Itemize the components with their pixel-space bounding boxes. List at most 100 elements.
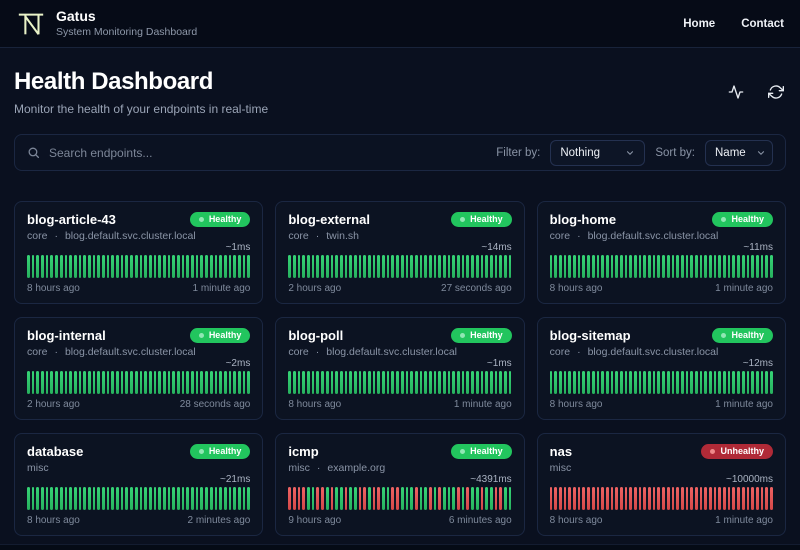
- health-bar: [400, 255, 404, 278]
- refresh-icon: [768, 85, 784, 99]
- health-bar: [116, 255, 119, 278]
- health-bar: [200, 255, 204, 278]
- health-bar: [615, 371, 618, 394]
- health-bar: [59, 255, 63, 278]
- health-bar: [447, 255, 451, 278]
- health-bar: [316, 371, 320, 394]
- health-bar: [200, 487, 204, 510]
- refresh-button[interactable]: [766, 82, 786, 102]
- health-bar: [139, 487, 143, 510]
- health-bar: [130, 371, 133, 394]
- health-bar: [50, 487, 54, 510]
- activity-pulse-button[interactable]: [726, 82, 746, 102]
- hero-actions: [726, 82, 786, 102]
- health-bar: [386, 255, 390, 278]
- oldest-check-time: 8 hours ago: [549, 283, 603, 294]
- endpoint-group: core: [27, 346, 48, 358]
- health-bar: [339, 371, 343, 394]
- endpoint-host: blog.default.svc.cluster.local: [64, 230, 196, 242]
- endpoint-card[interactable]: nas Unhealthy misc · ~10000ms 8 hours ag…: [536, 433, 786, 536]
- health-bar: [102, 255, 105, 278]
- health-bar: [353, 255, 357, 278]
- health-bar: [765, 371, 768, 394]
- endpoint-meta: core · blog.default.svc.cluster.local: [550, 346, 773, 358]
- health-bar: [471, 255, 474, 278]
- health-bar: [116, 487, 119, 510]
- endpoint-name: blog-internal: [27, 328, 106, 343]
- health-bar: [503, 371, 507, 394]
- newest-check-time: 1 minute ago: [715, 515, 773, 526]
- search-input[interactable]: [49, 145, 487, 160]
- health-bar: [554, 487, 558, 510]
- health-history-bars: [288, 255, 512, 278]
- health-bar: [410, 487, 413, 510]
- nav-link-contact[interactable]: Contact: [741, 18, 784, 30]
- health-bar: [233, 371, 236, 394]
- health-bar: [638, 487, 642, 510]
- health-bar: [302, 255, 306, 278]
- filter-select[interactable]: Nothing: [550, 139, 646, 166]
- endpoint-card[interactable]: blog-poll Healthy core · blog.default.sv…: [275, 317, 525, 420]
- sort-select[interactable]: Name: [705, 139, 773, 166]
- health-bar: [499, 487, 502, 510]
- health-history-bars: [288, 487, 512, 510]
- endpoints-grid: blog-article-43 Healthy core · blog.defa…: [14, 201, 786, 536]
- health-bar: [233, 487, 236, 510]
- health-bar: [349, 255, 352, 278]
- health-bar: [214, 487, 218, 510]
- health-bar: [223, 255, 227, 278]
- health-bar: [386, 487, 390, 510]
- health-bar: [428, 487, 432, 510]
- health-bar: [139, 371, 143, 394]
- oldest-check-time: 9 hours ago: [288, 515, 342, 526]
- health-bar: [293, 255, 296, 278]
- health-bar: [471, 487, 474, 510]
- newest-check-time: 1 minute ago: [715, 283, 773, 294]
- health-bar: [368, 371, 371, 394]
- health-bar: [666, 255, 670, 278]
- endpoint-meta: misc · example.org: [288, 462, 511, 474]
- health-bar: [219, 255, 222, 278]
- health-bar: [428, 255, 432, 278]
- endpoint-latency: ~12ms: [742, 358, 773, 369]
- endpoint-card[interactable]: blog-article-43 Healthy core · blog.defa…: [14, 201, 264, 304]
- health-bar: [508, 255, 512, 278]
- health-bar: [228, 487, 232, 510]
- health-bar: [36, 255, 40, 278]
- health-bar: [158, 255, 161, 278]
- health-bar: [242, 371, 246, 394]
- health-bar: [587, 255, 590, 278]
- health-bar: [554, 255, 558, 278]
- nav-link-home[interactable]: Home: [683, 18, 715, 30]
- health-bar: [601, 371, 604, 394]
- health-bar: [480, 371, 484, 394]
- endpoint-group: core: [549, 230, 571, 242]
- health-bar: [78, 371, 82, 394]
- endpoint-card[interactable]: blog-home Healthy core · blog.default.sv…: [536, 201, 786, 304]
- health-bar: [676, 487, 679, 510]
- health-bar: [191, 487, 194, 510]
- status-badge: Healthy: [189, 328, 251, 343]
- health-bar: [181, 255, 185, 278]
- health-bar: [162, 487, 166, 510]
- endpoint-card[interactable]: blog-external Healthy core · twin.sh ~14…: [275, 201, 525, 304]
- health-bar: [577, 487, 581, 510]
- endpoint-latency: ~1ms: [225, 242, 251, 253]
- health-bar: [443, 371, 446, 394]
- endpoint-card[interactable]: blog-sitemap Healthy core · blog.default…: [536, 317, 786, 420]
- health-bar: [746, 487, 750, 510]
- sort-by-label: Sort by:: [655, 146, 695, 159]
- health-bar: [87, 255, 91, 278]
- endpoint-card[interactable]: blog-internal Healthy core · blog.defaul…: [14, 317, 264, 420]
- health-bar: [709, 487, 712, 510]
- health-bar: [181, 371, 185, 394]
- endpoint-card[interactable]: database Healthy misc · ~21ms 8 hours ag…: [14, 433, 264, 536]
- health-bar: [690, 255, 693, 278]
- chevron-down-icon: [627, 150, 634, 155]
- search-icon: [28, 147, 40, 159]
- health-bar: [619, 255, 623, 278]
- endpoint-latency: ~4391ms: [470, 474, 512, 485]
- endpoint-card[interactable]: icmp Healthy misc · example.org ~4391ms …: [275, 433, 525, 536]
- health-bar: [563, 371, 567, 394]
- endpoint-group: misc: [549, 462, 572, 474]
